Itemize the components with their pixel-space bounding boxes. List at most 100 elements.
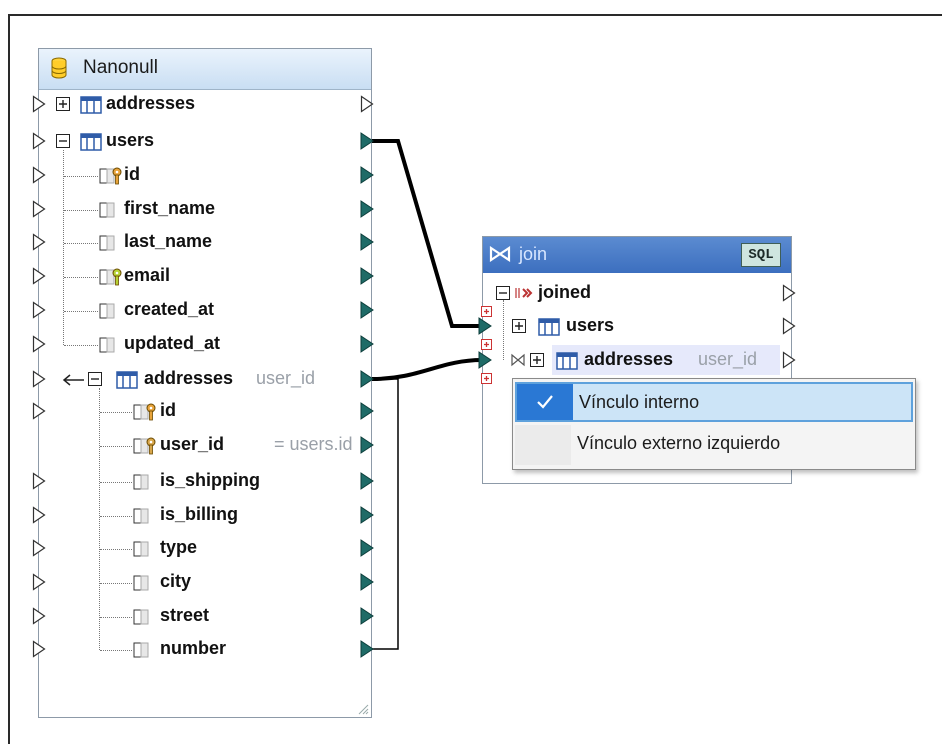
field-icon — [133, 508, 149, 524]
tree-row[interactable]: users — [0, 127, 942, 157]
tree-connector — [64, 277, 98, 278]
output-port-icon[interactable] — [360, 573, 374, 591]
tree-connector — [64, 243, 98, 244]
row-label: id — [124, 164, 140, 184]
output-port-icon[interactable] — [360, 472, 374, 490]
output-port-icon[interactable] — [782, 351, 796, 369]
output-port-icon[interactable] — [360, 132, 374, 150]
tree-row[interactable]: city — [0, 568, 942, 598]
join-row[interactable]: users — [0, 312, 942, 342]
output-port-icon[interactable] — [360, 640, 374, 658]
tree-row[interactable]: first_name — [0, 195, 942, 225]
key-field-icon — [99, 167, 122, 185]
tree-row[interactable]: addresses — [0, 90, 942, 120]
input-port-icon[interactable] — [32, 166, 46, 184]
join-header[interactable]: join SQL — [483, 237, 791, 273]
input-port-icon[interactable] — [478, 317, 492, 335]
join-title: join — [519, 244, 548, 264]
input-port-icon[interactable] — [32, 472, 46, 490]
tree-connector — [100, 617, 132, 618]
tree-row[interactable]: is_billing — [0, 501, 942, 531]
row-label: street — [160, 605, 210, 625]
join-row-label: joined — [538, 282, 591, 302]
tree-row[interactable]: is_shipping — [0, 467, 942, 497]
tree-row[interactable]: number — [0, 635, 942, 665]
row-label: user_id — [160, 434, 225, 454]
output-port-icon[interactable] — [360, 200, 374, 218]
field-icon — [133, 609, 149, 625]
input-port-icon[interactable] — [32, 539, 46, 557]
output-port-icon[interactable] — [782, 284, 796, 302]
tree-connector — [100, 650, 132, 651]
tree-row[interactable]: street — [0, 602, 942, 632]
output-port-icon[interactable] — [360, 95, 374, 113]
component-title: Nanonull — [83, 57, 158, 78]
row-label: is_shipping — [160, 470, 261, 490]
join-row[interactable]: addresses user_id — [0, 346, 942, 376]
input-port-icon[interactable] — [32, 607, 46, 625]
table-icon — [556, 352, 578, 370]
join-row-label: users — [566, 315, 615, 335]
menu-item-left-outer-join[interactable]: Vínculo externo izquierdo — [515, 425, 913, 465]
tree-connector — [100, 482, 132, 483]
database-icon — [51, 57, 67, 79]
tree-connector — [100, 516, 132, 517]
input-port-icon[interactable] — [32, 200, 46, 218]
row-label: is_billing — [160, 504, 239, 524]
output-port-icon[interactable] — [360, 166, 374, 184]
expand-icon[interactable] — [512, 319, 526, 333]
field-icon — [99, 235, 115, 251]
output-port-icon[interactable] — [782, 317, 796, 335]
row-label: type — [160, 537, 198, 557]
menu-item-inner-join[interactable]: Vínculo interno — [515, 382, 913, 422]
join-condition-icon[interactable] — [481, 339, 492, 350]
collapse-icon[interactable] — [496, 286, 510, 300]
input-port-icon[interactable] — [32, 233, 46, 251]
tree-connector — [100, 446, 132, 447]
join-key-label: user_id — [698, 349, 758, 369]
field-icon — [133, 575, 149, 591]
sql-button[interactable]: SQL — [741, 243, 781, 267]
input-port-icon[interactable] — [32, 573, 46, 591]
mapping-canvas[interactable]: Nanonull addresses users id first_name last_… — [0, 0, 942, 744]
field-icon — [133, 642, 149, 658]
row-label: addresses — [106, 93, 196, 113]
tree-connector — [100, 412, 132, 413]
output-port-icon[interactable] — [360, 506, 374, 524]
joined-icon — [515, 288, 533, 298]
input-port-icon[interactable] — [32, 95, 46, 113]
output-port-icon[interactable] — [360, 402, 374, 420]
input-port-icon[interactable] — [32, 132, 46, 150]
join-row[interactable]: joined — [0, 279, 942, 309]
component-header[interactable]: Nanonull — [39, 49, 371, 90]
join-condition-icon[interactable] — [481, 306, 492, 317]
input-port-icon[interactable] — [32, 506, 46, 524]
field-icon — [133, 474, 149, 490]
input-port-icon[interactable] — [478, 351, 492, 369]
row-sublabel: = users.id — [274, 434, 353, 454]
menu-item-label: Vínculo externo izquierdo — [577, 433, 781, 453]
output-port-icon[interactable] — [360, 607, 374, 625]
output-port-icon[interactable] — [360, 436, 374, 454]
tree-row[interactable]: id — [0, 161, 942, 191]
collapse-icon[interactable] — [56, 134, 70, 148]
row-label: city — [160, 571, 192, 591]
tree-row[interactable]: type — [0, 534, 942, 564]
output-port-icon[interactable] — [360, 233, 374, 251]
expand-icon[interactable] — [530, 353, 544, 367]
output-port-icon[interactable] — [360, 539, 374, 557]
expand-icon[interactable] — [56, 97, 70, 111]
resize-grip-icon[interactable] — [357, 703, 369, 715]
row-label: number — [160, 638, 227, 658]
tree-guide — [503, 300, 504, 360]
check-icon — [517, 384, 573, 420]
input-port-icon[interactable] — [32, 402, 46, 420]
row-label: last_name — [124, 231, 213, 251]
tree-row[interactable]: last_name — [0, 228, 942, 258]
table-icon — [80, 96, 102, 114]
input-port-icon[interactable] — [32, 640, 46, 658]
tree-connector — [100, 549, 132, 550]
key-field-icon — [133, 437, 156, 455]
row-label: first_name — [124, 198, 216, 218]
join-condition-icon[interactable] — [481, 373, 492, 384]
